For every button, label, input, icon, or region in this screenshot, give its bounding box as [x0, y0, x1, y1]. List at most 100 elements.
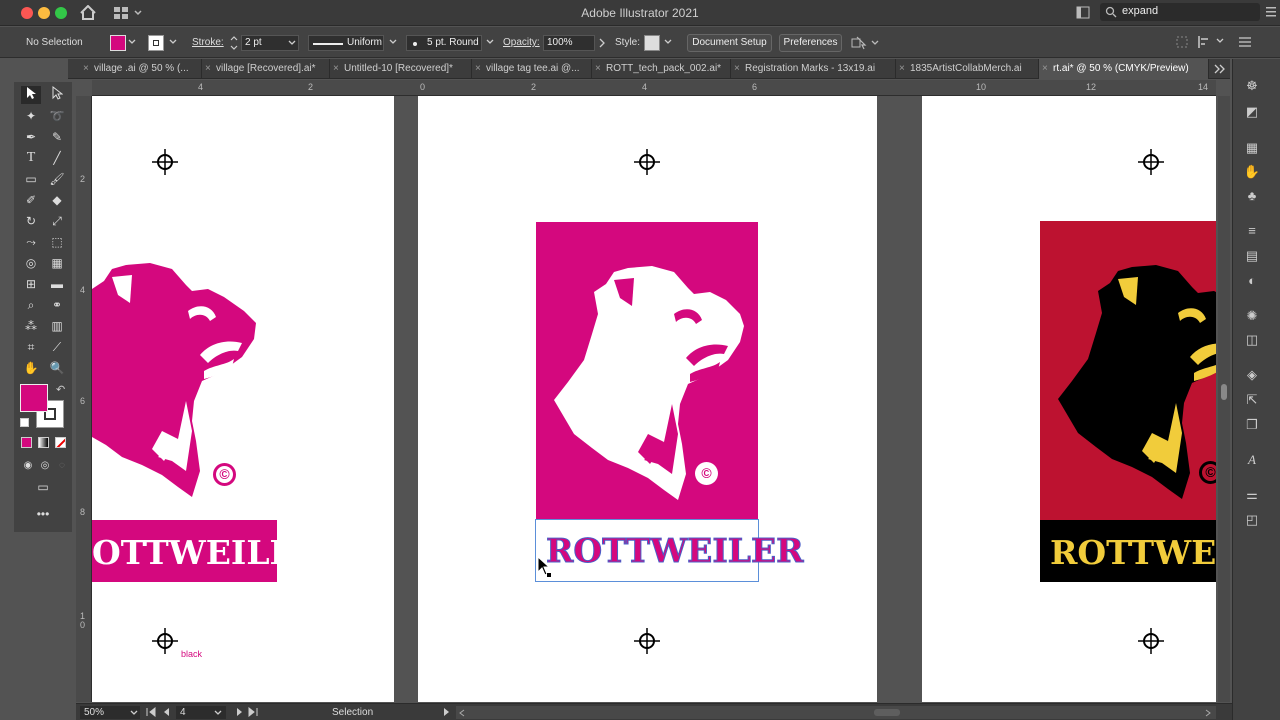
- properties-icon[interactable]: ⚌: [1243, 486, 1261, 504]
- selection-tool-icon[interactable]: [21, 86, 41, 104]
- scroll-thumb[interactable]: [1221, 384, 1227, 400]
- scroll-left-icon[interactable]: [458, 709, 466, 717]
- panel-menu-icon[interactable]: [1265, 5, 1277, 19]
- width-tool-icon[interactable]: ⤳: [21, 233, 41, 251]
- brand-text[interactable]: ROTTWEILER: [546, 531, 805, 571]
- stroke-weight-stepper[interactable]: [229, 34, 239, 52]
- close-icon[interactable]: ×: [475, 59, 481, 79]
- chevron-right-icon[interactable]: [598, 38, 606, 48]
- status-menu-icon[interactable]: [442, 707, 450, 717]
- dog-head-graphic[interactable]: [92, 261, 272, 501]
- select-similar-icon[interactable]: [851, 35, 881, 51]
- shaper-tool-icon[interactable]: ✐: [21, 191, 41, 209]
- export-icon[interactable]: ⇱: [1243, 391, 1261, 409]
- type-tool-icon[interactable]: T: [21, 149, 41, 167]
- blend-tool-icon[interactable]: ⚭: [47, 296, 67, 314]
- draw-inside-icon[interactable]: ◌: [52, 457, 72, 475]
- mesh-tool-icon[interactable]: ⊞: [21, 275, 41, 293]
- close-icon[interactable]: ×: [595, 59, 601, 79]
- rectangle-tool-icon[interactable]: ▭: [21, 170, 41, 188]
- transparency-icon[interactable]: ◐: [1243, 272, 1261, 290]
- close-icon[interactable]: ×: [205, 59, 211, 79]
- shape-builder-tool-icon[interactable]: ◎: [21, 254, 41, 272]
- chevron-down-icon[interactable]: [664, 39, 672, 45]
- chevron-down-icon[interactable]: [169, 39, 177, 45]
- brush-select[interactable]: 5 pt. Round: [406, 35, 482, 51]
- opacity-field[interactable]: 100%: [543, 35, 595, 51]
- swap-colors-icon[interactable]: ↶: [56, 383, 65, 396]
- appearance-icon[interactable]: ☸: [1243, 77, 1261, 95]
- scroll-right-icon[interactable]: [1204, 709, 1212, 717]
- close-icon[interactable]: ×: [734, 59, 740, 79]
- line-tool-icon[interactable]: ╱: [47, 149, 67, 167]
- asset-export-icon[interactable]: ◫: [1243, 331, 1261, 349]
- swatches-icon[interactable]: ▦: [1243, 139, 1261, 157]
- direct-selection-tool-icon[interactable]: [47, 85, 67, 104]
- more-tools-icon[interactable]: •••: [33, 505, 53, 523]
- hand-tool-icon[interactable]: ✋: [21, 359, 41, 377]
- dog-artwork-panel-red[interactable]: ©: [1040, 221, 1216, 521]
- chevron-down-icon[interactable]: [389, 39, 397, 45]
- eraser-tool-icon[interactable]: ◆: [47, 191, 67, 209]
- gradient-tool-icon[interactable]: ▬: [47, 275, 67, 293]
- brand-banner-right[interactable]: ROTTWEILE: [1040, 520, 1216, 582]
- artboard-navigator[interactable]: 4: [176, 706, 226, 719]
- brand-banner-left[interactable]: OTTWEILER: [92, 520, 277, 582]
- horizontal-scrollbar[interactable]: [456, 706, 1216, 719]
- tab-document-2[interactable]: × village [Recovered].ai*: [202, 59, 330, 79]
- chevron-down-icon[interactable]: [1216, 38, 1224, 44]
- gradient-mode-icon[interactable]: [38, 437, 49, 448]
- close-icon[interactable]: ×: [333, 59, 339, 79]
- pen-tool-icon[interactable]: ✒: [21, 128, 41, 146]
- opacity-label[interactable]: Opacity:: [503, 37, 540, 48]
- horizontal-ruler[interactable]: 4 2 0 2 4 6 10 12 14: [92, 80, 1216, 96]
- chevron-down-icon[interactable]: [486, 39, 494, 45]
- stroke-swatch[interactable]: [148, 35, 164, 51]
- character-icon[interactable]: A: [1243, 451, 1261, 469]
- rotate-tool-icon[interactable]: ↻: [21, 212, 41, 230]
- preferences-button[interactable]: Preferences: [779, 34, 842, 52]
- tab-document-6[interactable]: × Registration Marks - 13x19.ai: [731, 59, 896, 79]
- document-setup-button[interactable]: Document Setup: [687, 34, 772, 52]
- image-trace-icon[interactable]: ◰: [1243, 511, 1261, 529]
- none-mode-icon[interactable]: [55, 437, 66, 448]
- gradient-panel-icon[interactable]: ▤: [1243, 247, 1261, 265]
- cc-libraries-icon[interactable]: ◩: [1243, 103, 1261, 121]
- graphic-style-swatch[interactable]: [644, 35, 660, 51]
- vertical-ruler[interactable]: 2 4 6 8 1 0: [76, 96, 92, 702]
- zoom-tool-icon[interactable]: 🔍: [47, 359, 67, 377]
- artboard-center[interactable]: © ROTTWEILER: [418, 96, 877, 702]
- eyedropper-tool-icon[interactable]: ⌕: [21, 296, 41, 314]
- brushes-icon[interactable]: ✋: [1243, 163, 1261, 181]
- canvas[interactable]: black © OTTWEILER: [92, 96, 1216, 702]
- screen-mode-icon[interactable]: ▭: [33, 478, 53, 496]
- close-icon[interactable]: ×: [899, 59, 905, 79]
- tab-document-active[interactable]: × rt.ai* @ 50 % (CMYK/Preview): [1039, 59, 1209, 79]
- dog-head-graphic[interactable]: [554, 264, 746, 502]
- artboard-tool-icon[interactable]: ⌗: [21, 338, 41, 356]
- default-colors-icon[interactable]: [20, 418, 29, 427]
- transform-icon[interactable]: [1175, 35, 1189, 49]
- artboard-left[interactable]: black © OTTWEILER: [92, 96, 394, 702]
- align-icon[interactable]: [1197, 35, 1211, 49]
- column-graph-tool-icon[interactable]: ▥: [47, 317, 67, 335]
- free-transform-tool-icon[interactable]: ⬚: [47, 233, 67, 251]
- next-artboard-icon[interactable]: [234, 707, 244, 717]
- tab-document-5[interactable]: × ROTT_tech_pack_002.ai*: [592, 59, 731, 79]
- magic-wand-tool-icon[interactable]: ✦: [21, 107, 41, 125]
- perspective-grid-tool-icon[interactable]: ▦: [47, 254, 67, 272]
- tab-document-1[interactable]: × village .ai @ 50 % (...: [80, 59, 202, 79]
- artboard-right[interactable]: © ROTTWEILE: [922, 96, 1216, 702]
- symbols-icon[interactable]: ♣: [1243, 187, 1261, 205]
- stroke-panel-icon[interactable]: ≡: [1243, 222, 1261, 240]
- color-guide-icon[interactable]: ✺: [1243, 307, 1261, 325]
- stroke-weight-field[interactable]: 2 pt: [241, 35, 299, 51]
- paintbrush-tool-icon[interactable]: 🖌: [47, 170, 67, 188]
- stroke-profile-select[interactable]: Uniform: [308, 35, 384, 51]
- zoom-select[interactable]: 50%: [80, 706, 140, 719]
- dog-artwork-panel[interactable]: ©: [536, 222, 758, 520]
- scale-tool-icon[interactable]: ⤢: [47, 212, 67, 230]
- tab-document-4[interactable]: × village tag tee.ai @...: [472, 59, 592, 79]
- symbol-sprayer-tool-icon[interactable]: ⁂: [21, 317, 41, 335]
- tab-document-7[interactable]: × 1835ArtistCollabMerch.ai: [896, 59, 1039, 79]
